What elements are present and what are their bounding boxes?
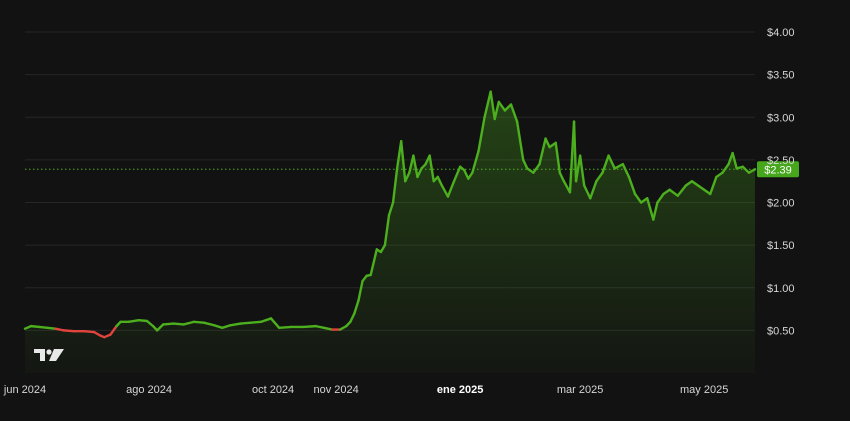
chart-canvas: $2.39 $0.50$1.00$1.50$2.00$2.50$3.00$3.5… [3,27,799,396]
price-segment [82,330,96,334]
area-fill [25,91,755,374]
price-segment [239,321,252,325]
price-segment [192,320,206,324]
x-tick-label: nov 2024 [313,384,358,396]
x-tick-label: mar 2025 [557,384,603,396]
price-segment [38,325,49,330]
area-path [25,91,755,374]
x-tick-label: ene 2025 [437,384,483,396]
x-tick-label: oct 2024 [252,384,294,396]
price-segment [229,322,242,327]
y-tick-label: $2.50 [767,155,795,167]
y-tick-label: $3.50 [767,70,795,82]
x-axis: jun 2024 ago 2024 oct 2024 nov 2024 ene 2025… [3,384,728,396]
price-segment [277,325,293,330]
x-tick-label: may 2025 [680,384,728,396]
x-tick-label: ago 2024 [126,384,172,396]
price-segment [62,329,76,333]
price-segment [127,318,141,324]
price-segment [137,318,149,323]
y-axis: $0.50 $1.00 $1.50 $2.00 $2.50 $3.00 $3.50 $4.00 [767,27,795,337]
price-segment [46,326,57,330]
y-tick-label: $1.50 [767,240,795,252]
y-tick-label: $0.50 [767,325,795,337]
price-segment [172,322,185,326]
price-chart: $2.39 $0.50 $1.00 $1.50 $2.00 $2.50 $3.00 $3.5… [0,0,850,421]
price-segment [322,326,334,331]
y-tick-label: $1.00 [767,283,795,295]
price-segment [249,320,263,324]
x-tick-label: jun 2024 [3,384,46,396]
y-tick-label: $2.00 [767,198,795,210]
price-segment [29,324,41,329]
price-segment [54,327,65,332]
y-tick-label: $4.00 [767,27,795,39]
y-tick-label: $3.00 [767,112,795,124]
price-segment [314,324,326,330]
price-segment [162,322,175,326]
price-segment [302,324,317,329]
